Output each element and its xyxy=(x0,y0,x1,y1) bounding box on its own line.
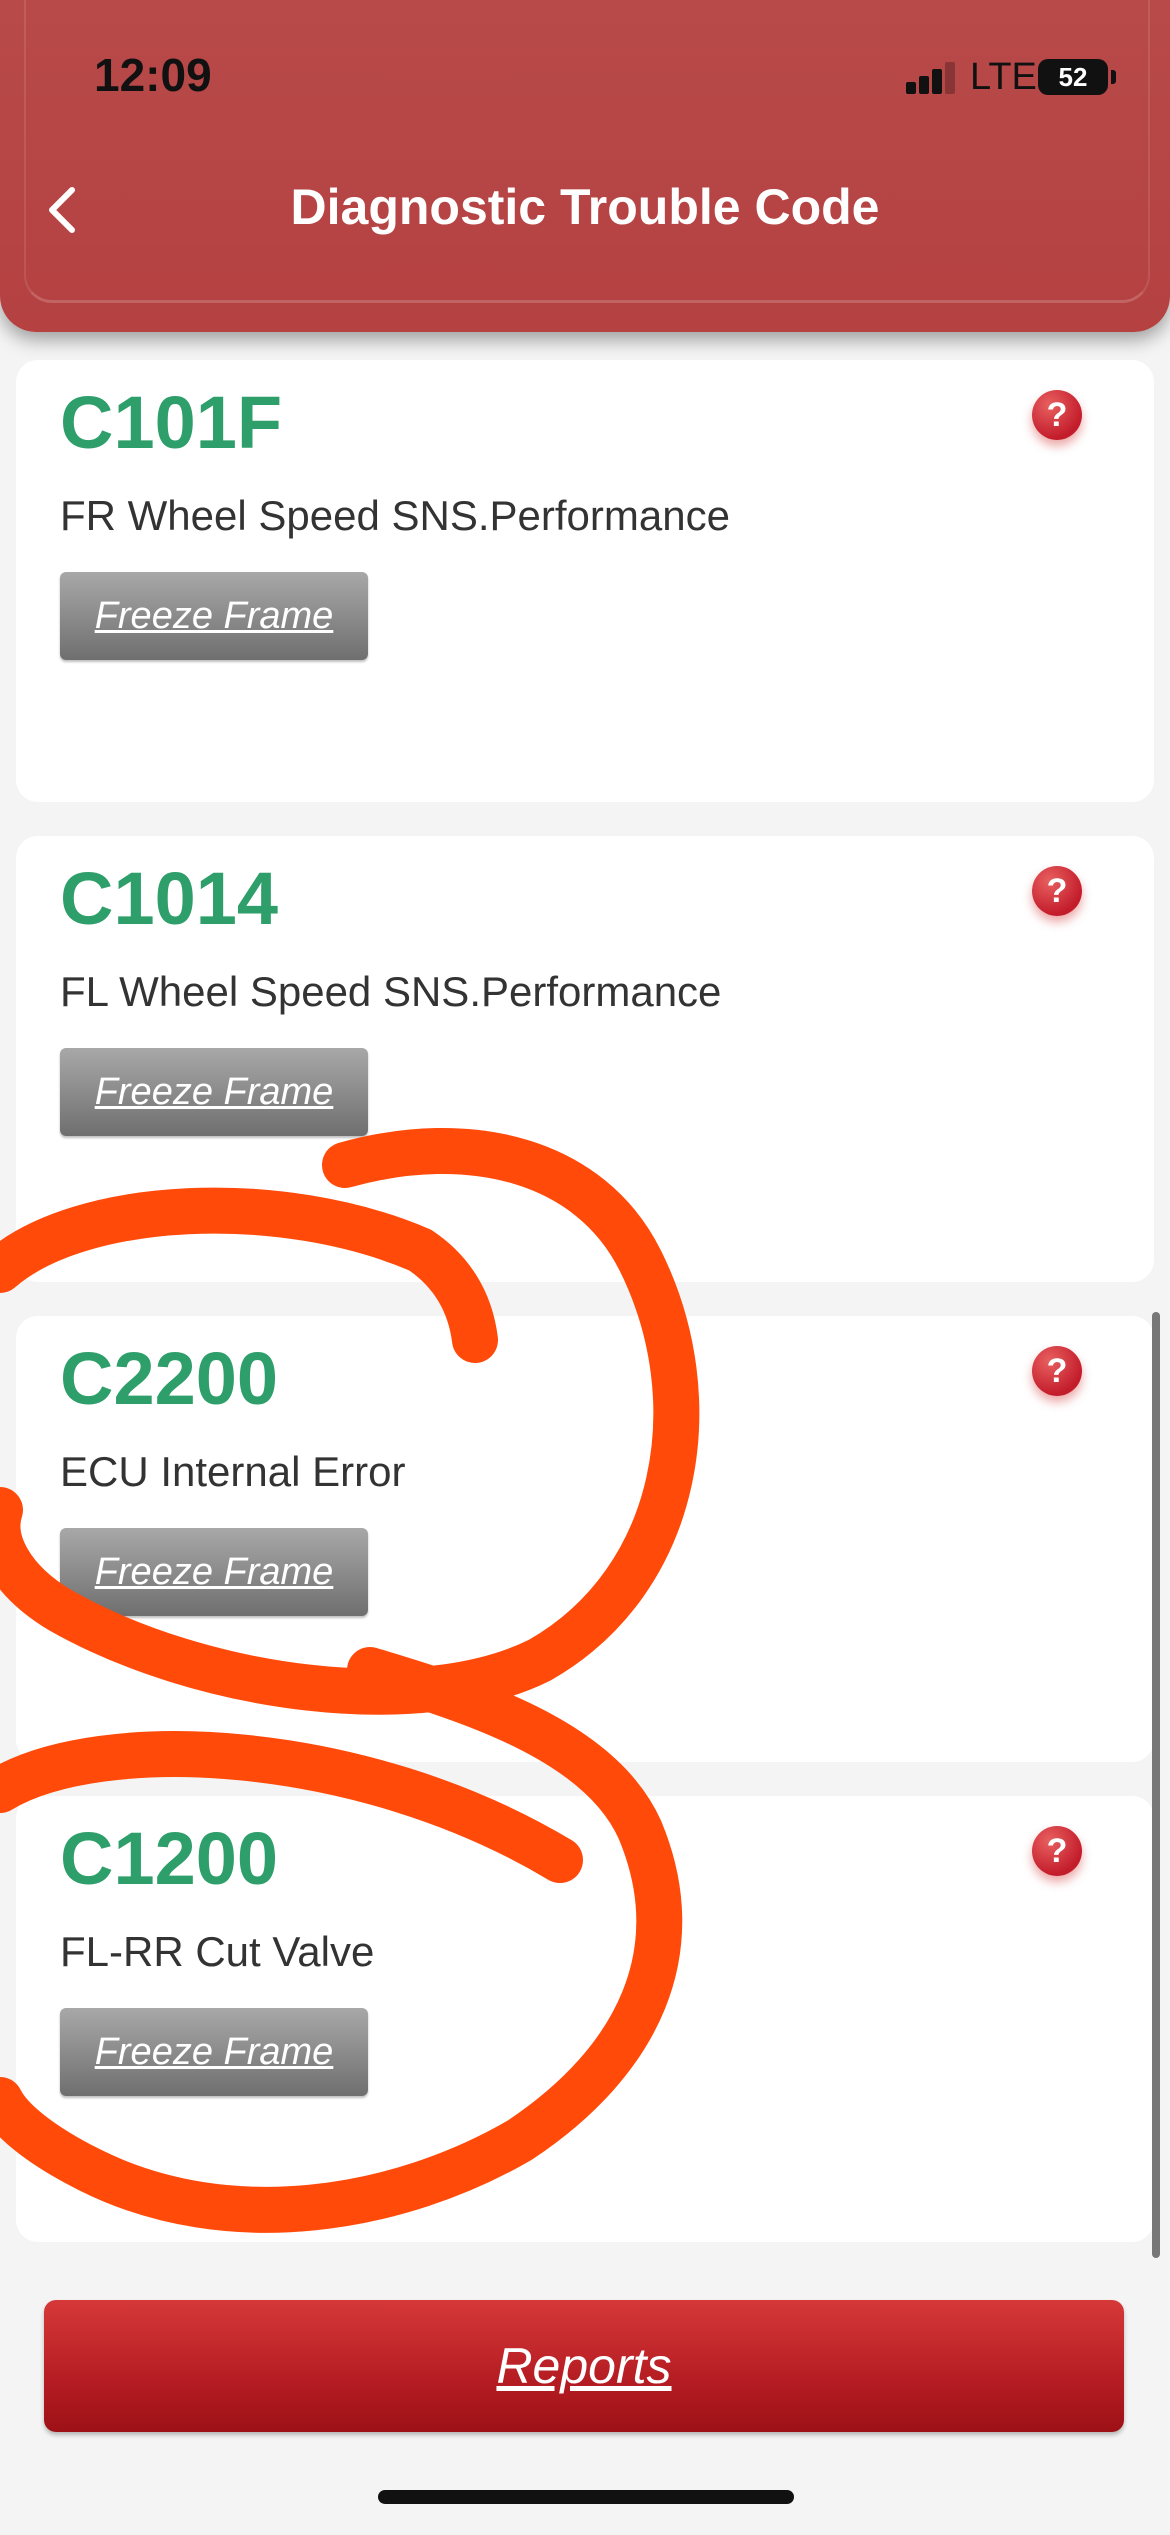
dtc-code: C101F xyxy=(60,381,283,464)
help-icon[interactable]: ? xyxy=(1032,866,1082,916)
cellular-signal-icon xyxy=(906,62,958,94)
app-header: 12:09 LTE 52 Diagnostic Trouble Code xyxy=(0,0,1170,332)
help-icon[interactable]: ? xyxy=(1032,390,1082,440)
dtc-code: C1014 xyxy=(60,857,279,940)
network-type: LTE xyxy=(970,56,1037,98)
dtc-card: C1014 FL Wheel Speed SNS.Performance Fre… xyxy=(16,836,1154,1282)
battery-tip xyxy=(1111,70,1116,84)
freeze-frame-button[interactable]: Freeze Frame xyxy=(60,1528,368,1616)
reports-button[interactable]: Reports xyxy=(44,2300,1124,2432)
dtc-description: FL-RR Cut Valve xyxy=(60,1928,375,1975)
dtc-description: ECU Internal Error xyxy=(60,1448,406,1495)
dtc-description: FR Wheel Speed SNS.Performance xyxy=(60,492,730,539)
help-icon[interactable]: ? xyxy=(1032,1346,1082,1396)
dtc-code: C2200 xyxy=(60,1337,279,1420)
help-icon[interactable]: ? xyxy=(1032,1826,1082,1876)
scrollbar[interactable] xyxy=(1152,1312,1160,2258)
header-panel xyxy=(24,0,1150,303)
status-time: 12:09 xyxy=(94,49,212,101)
dtc-card: C1200 FL-RR Cut Valve Freeze Frame ? xyxy=(16,1796,1154,2242)
battery-icon: 52 xyxy=(1038,59,1108,95)
dtc-description: FL Wheel Speed SNS.Performance xyxy=(60,968,722,1015)
dtc-card: C2200 ECU Internal Error Freeze Frame ? xyxy=(16,1316,1154,1762)
dtc-card: C101F FR Wheel Speed SNS.Performance Fre… xyxy=(16,360,1154,802)
freeze-frame-button[interactable]: Freeze Frame xyxy=(60,1048,368,1136)
freeze-frame-button[interactable]: Freeze Frame xyxy=(60,572,368,660)
page-title: Diagnostic Trouble Code xyxy=(290,179,880,235)
home-indicator[interactable] xyxy=(378,2490,794,2504)
dtc-code: C1200 xyxy=(60,1817,279,1900)
battery-level: 52 xyxy=(1058,61,1088,92)
freeze-frame-button[interactable]: Freeze Frame xyxy=(60,2008,368,2096)
